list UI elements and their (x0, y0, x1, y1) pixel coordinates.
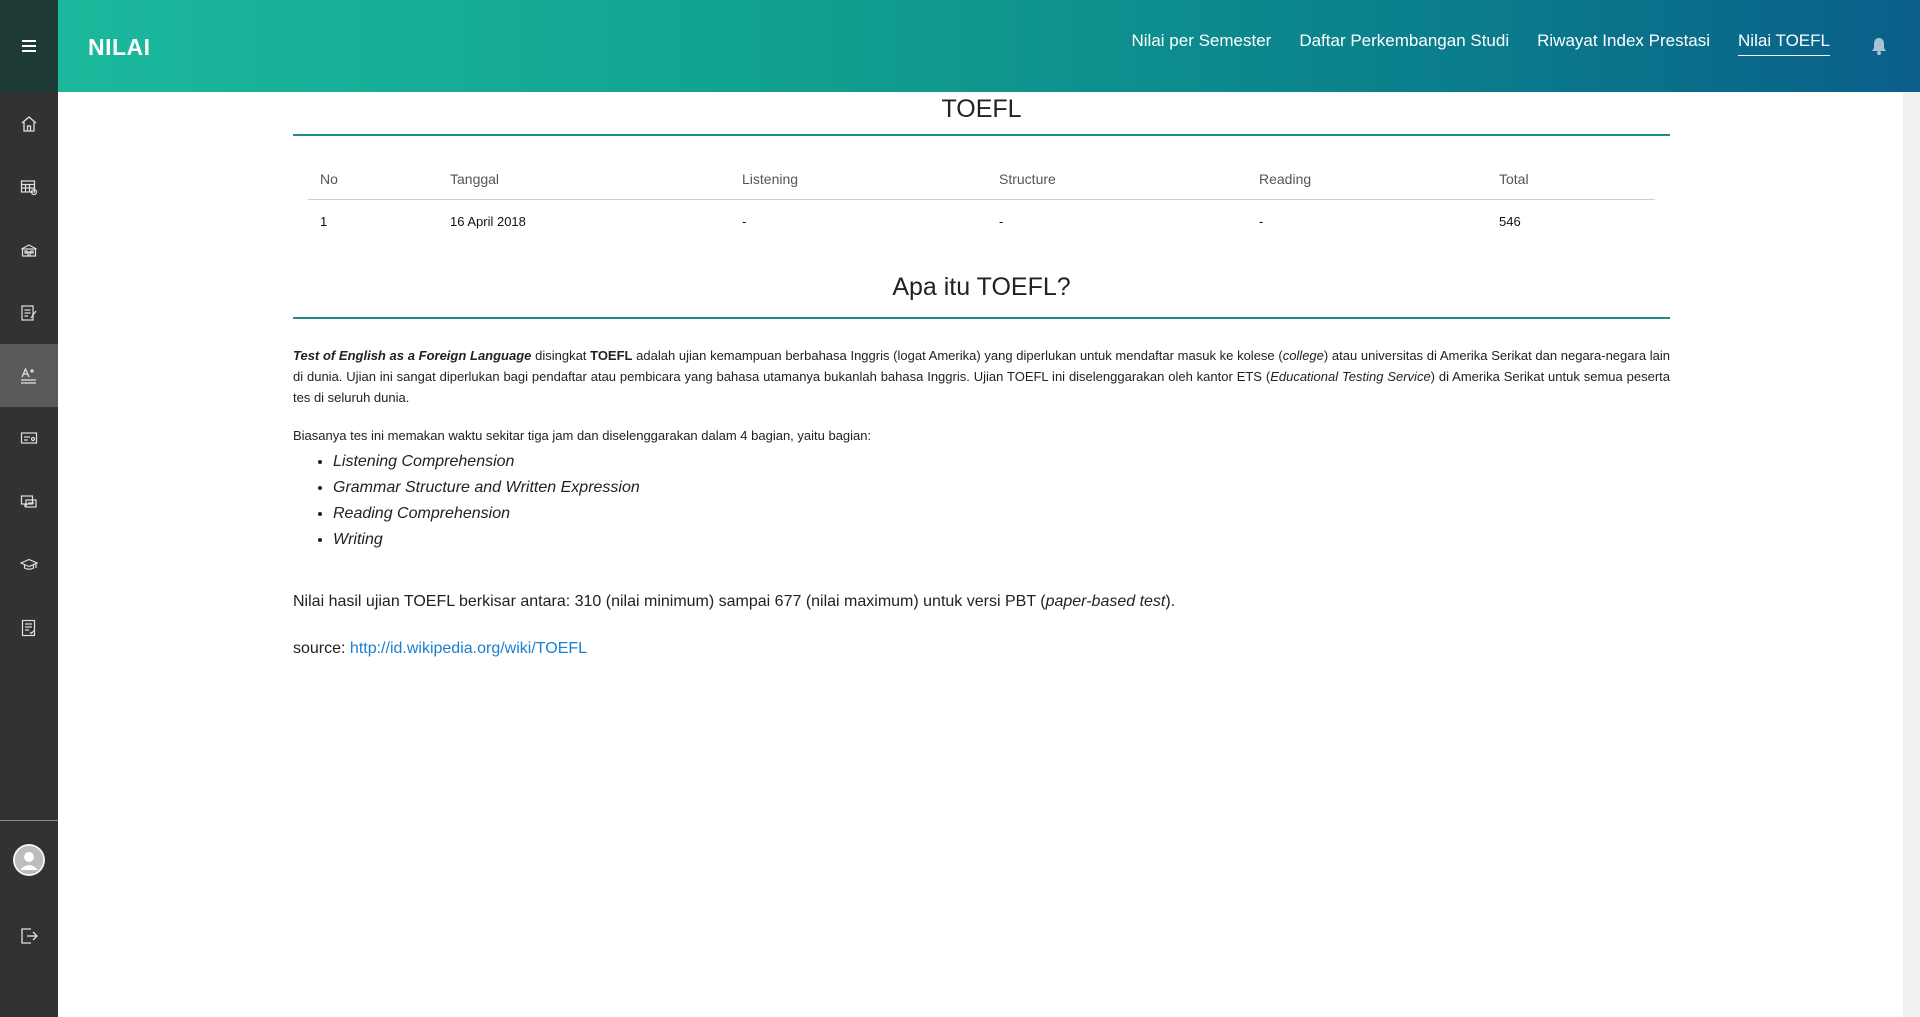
source-link[interactable]: http://id.wikipedia.org/wiki/TOEFL (350, 640, 587, 657)
sidebar-item-schedule[interactable] (0, 155, 58, 218)
term-abbr: TOEFL (590, 348, 633, 363)
list-item: Reading Comprehension (333, 501, 1670, 527)
table-header-row: No Tanggal Listening Structure Reading T… (308, 158, 1655, 200)
hamburger-menu-button[interactable] (0, 0, 58, 92)
info-title: Apa itu TOEFL? (892, 273, 1071, 301)
grade-icon (21, 367, 36, 384)
sidebar-item-nilai[interactable] (0, 344, 58, 407)
cell-no: 1 (320, 214, 328, 229)
term-pbt: paper-based test (1045, 593, 1166, 610)
list-item: Writing (333, 527, 1670, 553)
source-label: source: (293, 640, 350, 657)
section-list: Listening Comprehension Grammar Structur… (333, 449, 1670, 553)
scrollbar[interactable] (1903, 92, 1920, 1017)
list-item: Grammar Structure and Written Expression (333, 475, 1670, 501)
cell-reading: - (1259, 214, 1264, 229)
toefl-table: No Tanggal Listening Structure Reading T… (308, 158, 1655, 243)
cell-total: 546 (1499, 214, 1521, 229)
column-header-tanggal: Tanggal (438, 158, 730, 200)
sidebar-item-messages[interactable] (0, 470, 58, 533)
calendar-grid-icon (20, 179, 38, 195)
text-segment: disingkat (531, 348, 591, 363)
tab-daftar-perkembangan-studi[interactable]: Daftar Perkembangan Studi (1299, 31, 1509, 56)
main-content: TOEFL No Tanggal Listening Structure Rea… (293, 92, 1670, 658)
info-paragraph-duration: Biasanya tes ini memakan waktu sekitar t… (293, 428, 872, 443)
column-header-total: Total (1487, 158, 1655, 200)
text-segment: ). (1165, 593, 1176, 610)
info-paragraph-score-range: Nilai hasil ujian TOEFL berkisar antara:… (293, 593, 1670, 611)
notification-button[interactable] (1870, 36, 1890, 56)
header-tabs: Nilai per Semester Daftar Perkembangan S… (1132, 31, 1830, 56)
sidebar-item-graduation[interactable] (0, 533, 58, 596)
table-row: 1 16 April 2018 - - - 546 (308, 200, 1655, 244)
column-header-listening: Listening (730, 158, 987, 200)
report-icon (21, 619, 36, 636)
tab-riwayat-index-prestasi[interactable]: Riwayat Index Prestasi (1537, 31, 1710, 56)
building-icon (21, 243, 37, 257)
presentation-icon (20, 431, 38, 444)
term-ets: Educational Testing Service (1270, 369, 1431, 384)
sidebar-item-profile[interactable] (0, 822, 58, 898)
source-line: source: http://id.wikipedia.org/wiki/TOE… (293, 640, 1670, 658)
column-header-structure: Structure (987, 158, 1247, 200)
sidebar-item-documents[interactable] (0, 281, 58, 344)
tab-nilai-per-semester[interactable]: Nilai per Semester (1132, 31, 1272, 56)
sidebar-item-report[interactable] (0, 596, 58, 659)
cell-structure: - (999, 214, 1004, 229)
document-edit-icon (21, 304, 37, 321)
sidebar-item-logout[interactable] (0, 898, 58, 974)
bell-icon (1872, 38, 1886, 55)
avatar-icon (13, 844, 45, 876)
sidebar-divider (0, 820, 58, 821)
list-item: Listening Comprehension (333, 449, 1670, 475)
column-header-reading: Reading (1247, 158, 1487, 200)
hamburger-icon (22, 40, 36, 52)
info-divider (293, 317, 1670, 319)
cell-listening: - (742, 214, 747, 229)
sidebar-item-building[interactable] (0, 218, 58, 281)
term-full: Test of English as a Foreign Language (293, 348, 532, 363)
tab-nilai-toefl[interactable]: Nilai TOEFL (1738, 31, 1830, 56)
term-college: college (1282, 348, 1324, 363)
toefl-title: TOEFL (941, 95, 1022, 123)
sidebar-item-presentation[interactable] (0, 407, 58, 470)
info-paragraph-definition: Test of English as a Foreign Language di… (293, 345, 1670, 408)
chat-icon (20, 494, 37, 508)
text-segment: Nilai hasil ujian TOEFL berkisar antara:… (293, 593, 1046, 610)
column-header-no: No (308, 158, 438, 200)
text-segment: adalah ujian kemampuan berbahasa Inggris… (632, 348, 1283, 363)
cell-tanggal: 16 April 2018 (450, 214, 526, 229)
page-title: NILAI (88, 34, 151, 60)
top-header: NILAI Nilai per Semester Daftar Perkemba… (58, 0, 1920, 92)
title-divider (293, 134, 1670, 136)
sidebar (0, 0, 58, 1017)
graduation-cap-icon (20, 558, 38, 570)
home-icon (21, 115, 37, 132)
sidebar-item-home[interactable] (0, 92, 58, 155)
avatar (13, 844, 45, 876)
logout-icon (21, 928, 38, 944)
